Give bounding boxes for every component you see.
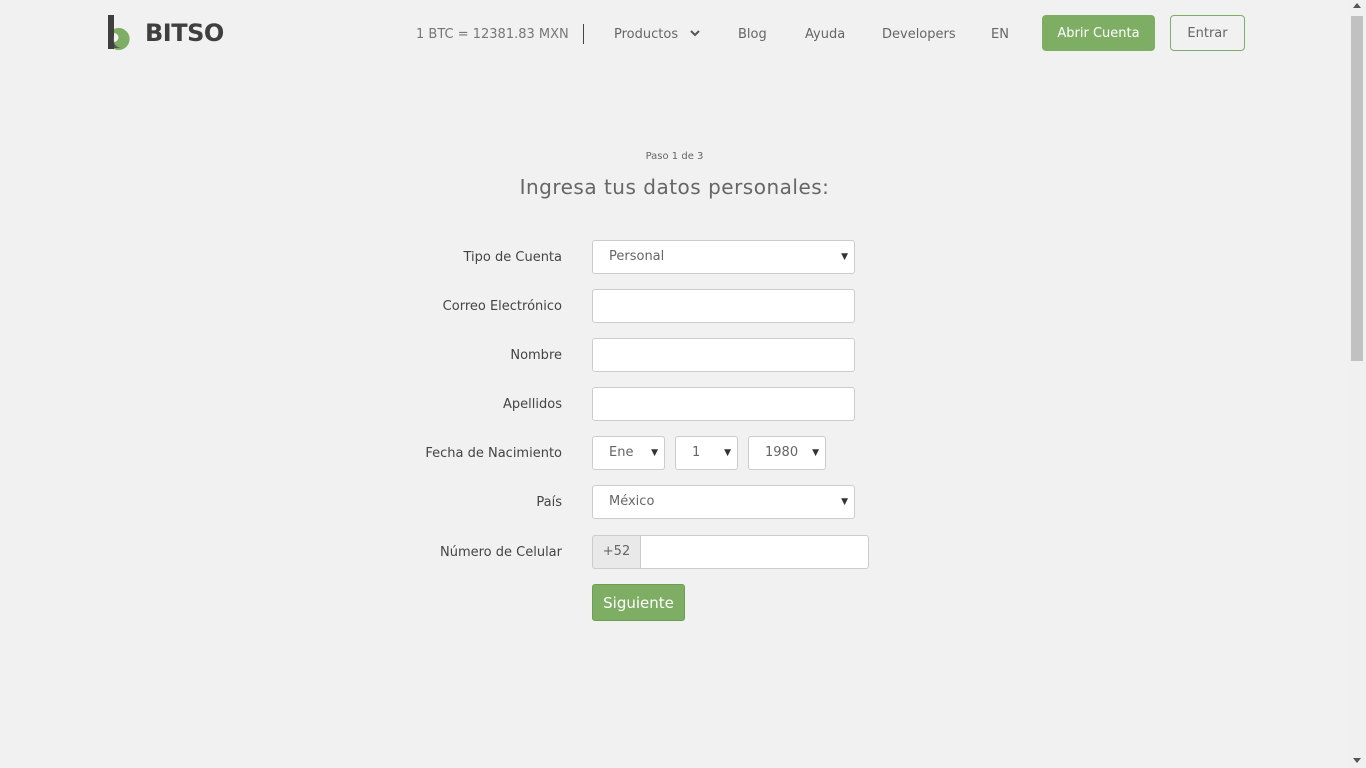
nav-blog[interactable]: Blog <box>738 15 767 51</box>
page: BITSO 1 BTC = 12381.83 MXN Productos Blo… <box>0 0 1366 768</box>
first-name-field[interactable] <box>592 338 855 372</box>
caret-down-icon: ▼ <box>841 497 848 507</box>
birth-year-value: 1980 <box>765 445 799 460</box>
birth-month-select[interactable]: Ene ▼ <box>592 436 665 470</box>
country-label: País <box>536 495 562 510</box>
caret-down-icon: ▼ <box>724 448 731 458</box>
caret-down-icon: ▼ <box>651 448 658 458</box>
scroll-thumb[interactable] <box>1351 16 1363 361</box>
brand-name: BITSO <box>145 19 224 47</box>
birth-day-value: 1 <box>692 445 701 460</box>
email-field[interactable] <box>592 289 855 323</box>
bitso-logo-icon <box>108 15 130 50</box>
next-button[interactable]: Siguiente <box>592 584 685 621</box>
bitso-logo[interactable]: BITSO <box>108 15 224 51</box>
birth-year-select[interactable]: 1980 ▼ <box>748 436 826 470</box>
page-title: Ingresa tus datos personales: <box>519 175 830 199</box>
birth-date-label: Fecha de Nacimiento <box>425 446 562 461</box>
page-scrollbar[interactable] <box>1349 0 1366 768</box>
nav-divider <box>583 24 584 44</box>
last-name-label: Apellidos <box>503 397 562 412</box>
scroll-up-icon[interactable] <box>1353 3 1361 8</box>
first-name-label: Nombre <box>510 348 562 363</box>
caret-down-icon: ▼ <box>841 252 848 262</box>
birth-month-value: Ene <box>609 445 634 460</box>
phone-label: Número de Celular <box>439 545 562 560</box>
country-select[interactable]: México ▼ <box>592 485 855 519</box>
scroll-down-icon[interactable] <box>1353 758 1361 763</box>
account-type-label: Tipo de Cuenta <box>463 250 563 265</box>
birth-day-select[interactable]: 1 ▼ <box>675 436 738 470</box>
step-indicator: Paso 1 de 3 <box>645 151 704 162</box>
language-toggle[interactable]: EN <box>991 15 1009 51</box>
chevron-down-icon <box>690 30 700 37</box>
nav-ayuda[interactable]: Ayuda <box>805 15 845 51</box>
phone-prefix: +52 <box>592 535 641 569</box>
phone-field[interactable] <box>640 535 869 569</box>
account-type-value: Personal <box>609 249 665 264</box>
btc-price-ticker: 1 BTC = 12381.83 MXN <box>416 27 569 42</box>
caret-down-icon: ▼ <box>812 448 819 458</box>
login-button[interactable]: Entrar <box>1170 15 1245 51</box>
account-type-select[interactable]: Personal ▼ <box>592 240 855 274</box>
email-label: Correo Electrónico <box>442 299 562 314</box>
country-value: México <box>609 494 655 509</box>
nav-productos-label: Productos <box>614 27 679 42</box>
open-account-button[interactable]: Abrir Cuenta <box>1042 15 1155 51</box>
nav-productos[interactable]: Productos <box>614 15 700 51</box>
last-name-field[interactable] <box>592 387 855 421</box>
nav-developers[interactable]: Developers <box>882 15 956 51</box>
